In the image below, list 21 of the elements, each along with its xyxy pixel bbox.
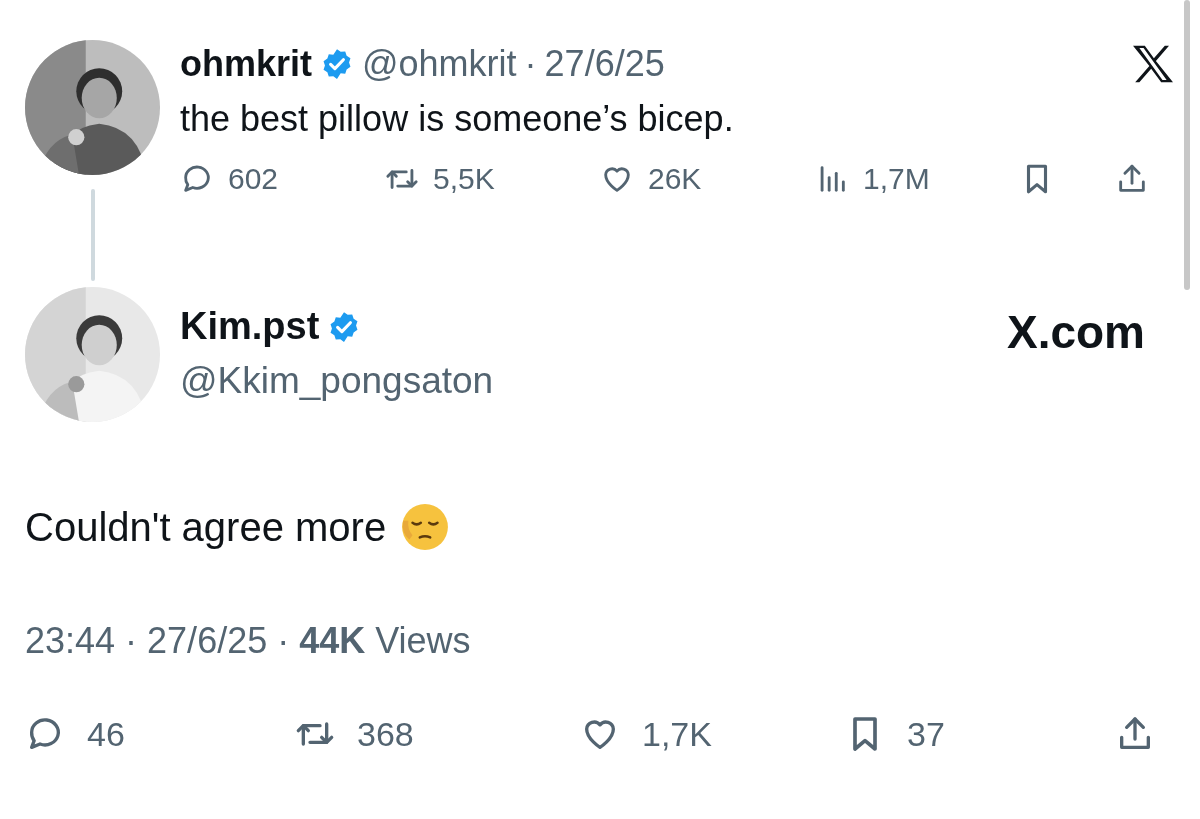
x-logo-icon xyxy=(1131,44,1175,84)
count: 1,7M xyxy=(863,162,930,196)
post-meta: 23:44 · 27/6/25 · 44K Views xyxy=(24,619,472,662)
post-date: 27/6/25 xyxy=(544,43,665,85)
count: 26K xyxy=(648,162,702,196)
count: 5,5K xyxy=(433,162,495,196)
author-name[interactable]: ohmkrit xyxy=(180,43,312,85)
post-text: Couldn't agree more xyxy=(25,504,387,550)
count: 602 xyxy=(228,162,279,196)
pensive-face-icon xyxy=(400,502,451,552)
separator: · xyxy=(524,43,537,85)
author-name[interactable]: Kim.pst xyxy=(180,305,320,348)
scrollbar[interactable] xyxy=(1184,0,1190,290)
count: 46 xyxy=(87,714,125,754)
count: 1,7K xyxy=(642,714,712,754)
author-handle[interactable]: @ohmkrit xyxy=(362,43,517,85)
count: 368 xyxy=(357,714,414,754)
count: 37 xyxy=(907,714,945,754)
source-label: X.com xyxy=(1006,305,1145,360)
author-handle[interactable]: @Kkim_pongsaton xyxy=(180,360,494,402)
post-text: the best pillow is someone’s bicep. xyxy=(180,98,735,140)
